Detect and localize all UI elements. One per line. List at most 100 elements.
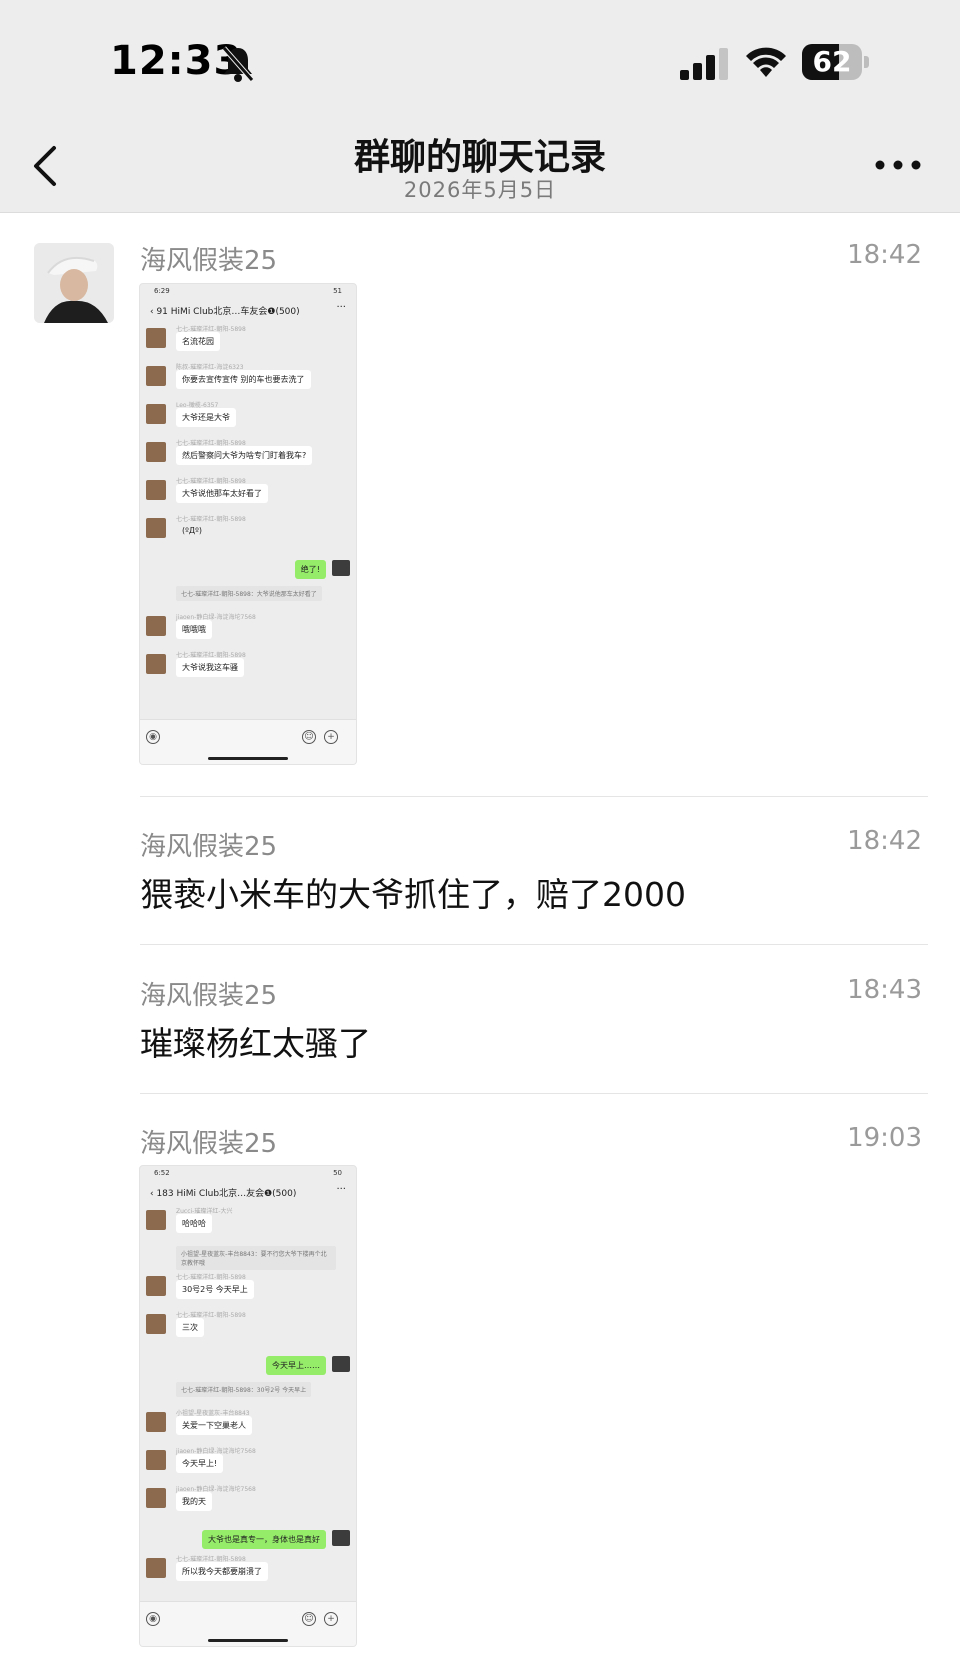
thumb-message-row: 七七-璀璨洋红-朝阳-5898 三次 [140,1310,356,1348]
thumb-back: ‹ 91 [150,307,171,317]
emoji-icon: ☺ [302,730,316,744]
thumb-bubble-sent: 绝了! [294,560,326,579]
ellipsis-icon: ··· [336,302,346,313]
thumb-avatar-me [332,1356,350,1372]
thumb-message-row: 七七-璀璨洋红-朝阳-5898 30号2号 今天早上 [140,1272,356,1310]
thumb-message-row: 小祖望-星夜蓝灰-丰台8843 关爱一下空巢老人 [140,1408,356,1446]
ellipsis-icon: ··· [336,1184,346,1195]
bell-muted-icon [222,46,254,82]
divider [140,796,928,797]
thumb-bubble: 大爷说我这车骚 [176,658,244,677]
thumb-avatar [146,518,166,538]
thumb-avatar [146,1450,166,1470]
message-time: 18:42 [847,240,922,270]
battery-icon: 62 [802,44,872,82]
avatar[interactable] [34,243,114,323]
message-time: 18:43 [847,975,922,1005]
thumb-message-row: jiaoen-静白绿-海淀海坨7568 我的天 [140,1484,356,1522]
plus-icon: + [324,1612,338,1626]
thumb-bubble: 我的天 [176,1492,212,1511]
thumb-avatar [146,1412,166,1432]
plus-icon: + [324,730,338,744]
thumb-message-row: 七七-璀璨洋红-朝阳-5898 名流花园 [140,324,356,362]
thumb-title: HiMi Club北京…友会❶(500) [176,1189,297,1199]
thumb-message-row: Leo-橄榄-6357 大爷还是大爷 [140,400,356,438]
thumb-bubble: 所以我今天都要崩溃了 [176,1562,268,1581]
thumb-message-row: 七七-璀璨洋红-朝阳-5898 所以我今天都要崩溃了 [140,1554,356,1592]
thumb-bubble: 大爷还是大爷 [176,408,236,427]
voice-icon: ◉ [146,730,160,744]
thumb-avatar [146,616,166,636]
voice-icon: ◉ [146,1612,160,1626]
thumb-bubble: 三次 [176,1318,204,1337]
thumb-title-bar: ‹ 183 HiMi Club北京…友会❶(500) ··· [140,1182,356,1206]
divider [140,1093,928,1094]
chat-screenshot-image[interactable]: 6:52 50 ‹ 183 HiMi Club北京…友会❶(500) ··· Zucci… [139,1165,357,1647]
chat-screenshot-image[interactable]: 6:29 51 ‹ 91 HiMi Club北京…车友会❶(500) ··· 七七-璀璨… [139,283,357,765]
ellipsis-icon[interactable] [874,158,922,172]
cellular-signal-icon [680,48,728,80]
thumb-avatar [146,480,166,500]
thumb-status-time: 6:52 [154,1169,170,1177]
thumb-message-row: Zucci-璀璨洋红-大兴 哈哈哈 [140,1206,356,1244]
thumb-quote: 七七-璀璨洋红-朝阳-5898：30号2号 今天早上 [176,1382,312,1397]
message-text: 猥亵小米车的大爷抓住了，赔了2000 [140,875,686,914]
message-sender: 海风假装25 [140,832,278,862]
message-text: 璀璨杨红太骚了 [140,1024,371,1063]
thumb-message-row: 绝了! [140,552,356,584]
thumb-avatar [146,1276,166,1296]
thumb-quote: 小祖望-星夜蓝灰-丰台8843：要不行您大爷下楼再个北京教怀哦 [176,1246,336,1270]
home-indicator [208,757,288,760]
thumb-title-bar: ‹ 91 HiMi Club北京…车友会❶(500) ··· [140,300,356,324]
emoji-icon: ☺ [302,1612,316,1626]
thumb-message-row: 七七-璀璨洋红-朝阳-5898 大爷说我这车骚 [140,650,356,688]
thumb-battery: 51 [333,287,342,295]
thumb-message-row: 大爷也是真专一，身体也是真好 [140,1522,356,1554]
thumb-input-bar: ◉ ☺ + [140,719,356,764]
thumb-title: HiMi Club北京…车友会❶(500) [170,307,300,317]
message-time: 19:03 [847,1123,922,1153]
page-subtitle: 2026年5月5日 [403,178,557,202]
thumb-avatar [146,404,166,424]
thumb-bubble: 然后警察问大爷为啥专门盯着我车? [176,446,313,465]
battery-percent: 62 [812,45,852,78]
thumb-avatar [146,1488,166,1508]
thumb-bubble-sent: 大爷也是真专一，身体也是真好 [202,1530,326,1549]
thumb-quote: 七七-璀璨洋红-朝阳-5898：大爷说他那车太好看了 [176,586,322,601]
thumb-avatar [146,366,166,386]
thumb-input-bar: ◉ ☺ + [140,1601,356,1646]
thumb-bubble-sent: 今天早上…… [266,1356,326,1375]
thumb-bubble: 今天早上! [176,1454,224,1473]
thumb-message-row: 七七-璀璨洋红-朝阳-5898：30号2号 今天早上 [140,1380,356,1408]
thumb-status-bar: 6:29 51 [140,284,356,300]
thumb-back: ‹ 183 [150,1189,177,1199]
thumb-bubble: 大爷说他那车太好看了 [176,484,268,503]
thumb-avatar [146,1314,166,1334]
thumb-message-row: 今天早上…… [140,1348,356,1380]
thumb-message-row: 七七-璀璨洋红-朝阳-5898 大爷说他那车太好看了 [140,476,356,514]
thumb-message-row: 陈叔-璀璨洋红-海淀6323 你要去宣传宣传 别的车也要去洗了 [140,362,356,400]
thumb-sticker: (ºДº) [182,526,203,535]
thumb-bubble: 名流花园 [176,332,220,351]
wifi-icon [746,47,786,77]
status-bar: 12:33 62 [0,0,960,120]
thumb-message-row: 七七-璀璨洋红-朝阳-5898 (ºДº) [140,514,356,552]
thumb-battery: 50 [333,1169,342,1177]
thumb-bubble: 哦哦哦 [176,620,212,639]
thumb-bubble: 关爱一下空巢老人 [176,1416,252,1435]
thumb-bubble: 哈哈哈 [176,1214,212,1233]
thumb-avatar [146,654,166,674]
thumb-avatar [146,1210,166,1230]
divider [140,944,928,945]
thumb-message-row: 七七-璀璨洋红-朝阳-5898 然后警察问大爷为啥专门盯着我车? [140,438,356,476]
message-time: 18:42 [847,826,922,856]
page-title: 群聊的聊天记录 [353,137,606,178]
thumb-message-row: 小祖望-星夜蓝灰-丰台8843：要不行您大爷下楼再个北京教怀哦 [140,1244,356,1272]
thumb-status-time: 6:29 [154,287,170,295]
home-indicator [208,1639,288,1642]
thumb-bubble: 30号2号 今天早上 [176,1280,254,1299]
thumb-message-row: jiaoen-静白绿-海淀海坨7568 今天早上! [140,1446,356,1484]
thumb-avatar [146,328,166,348]
thumb-avatar [146,442,166,462]
message-sender: 海风假装25 [140,981,278,1011]
